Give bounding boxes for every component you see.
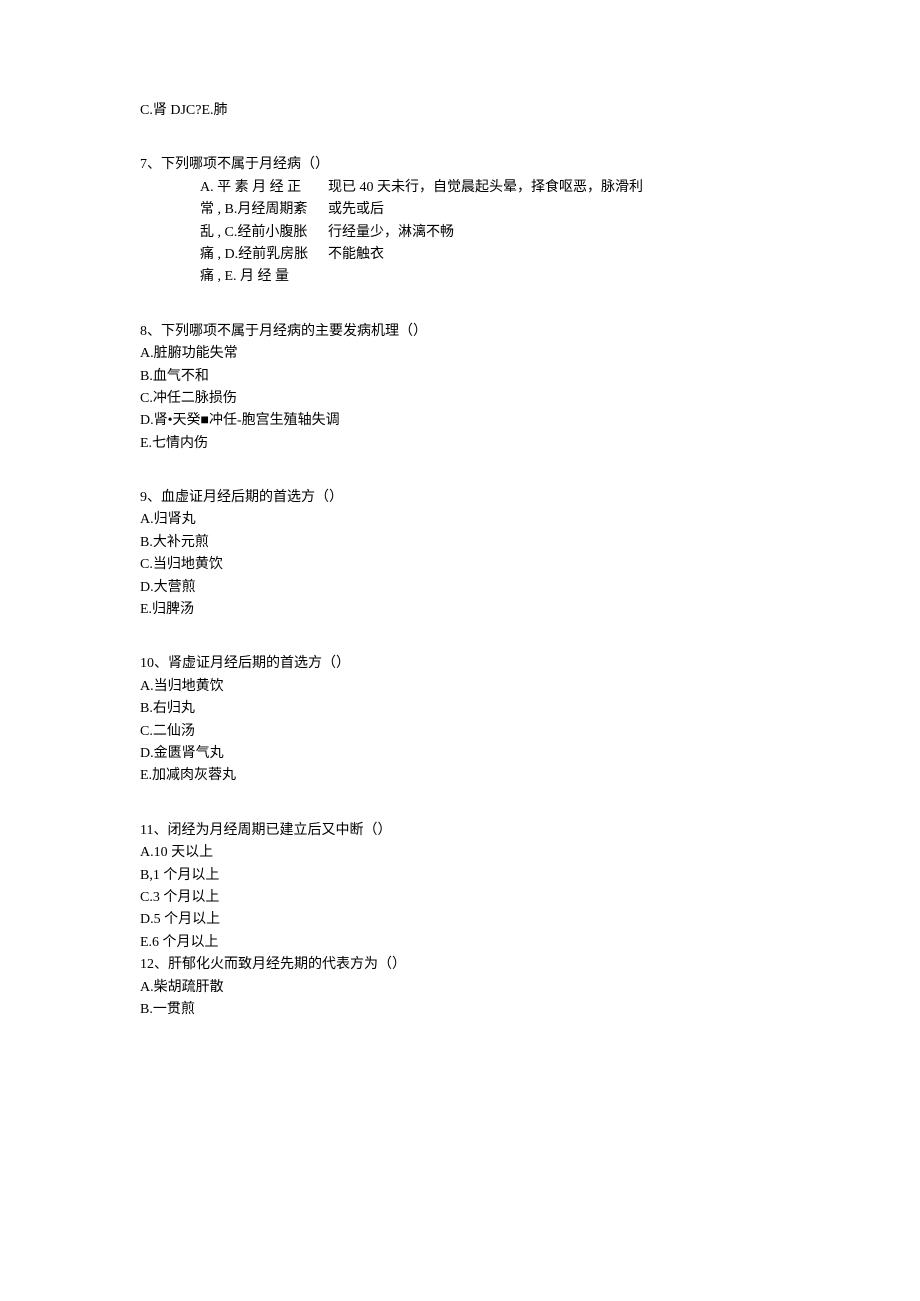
q7-left-a: A. 平 素 月 经 正: [200, 177, 328, 199]
q7-right-b: 或先或后: [328, 199, 780, 221]
option-a: A.脏腑功能失常: [140, 343, 780, 365]
question-10: 10、肾虚证月经后期的首选方（） A.当归地黄饮 B.右归丸 C.二仙汤 D.金…: [140, 653, 780, 787]
option-c: C.3 个月以上: [140, 887, 780, 909]
question-stem-12: 12、肝郁化火而致月经先期的代表方为（）: [140, 954, 780, 976]
question-11: 11、闭经为月经周期已建立后又中断（） A.10 天以上 B,1 个月以上 C.…: [140, 820, 780, 1022]
option-e: E.加减肉灰蓉丸: [140, 765, 780, 787]
q7-right-a: 现已 40 天未行，自觉晨起头晕，择食呕恶，脉滑利: [328, 177, 780, 199]
option-e: E.七情内伤: [140, 433, 780, 455]
option-a: A.当归地黄饮: [140, 676, 780, 698]
option-c: C.二仙汤: [140, 721, 780, 743]
option-e: E.6 个月以上: [140, 932, 780, 954]
question-stem: 7、下列哪项不属于月经病（）: [140, 154, 780, 176]
option-b: B.血气不和: [140, 366, 780, 388]
option-d: D.大营煎: [140, 577, 780, 599]
option-b: B.大补元煎: [140, 532, 780, 554]
option-b: B.右归丸: [140, 698, 780, 720]
q7-row-a: A. 平 素 月 经 正 现已 40 天未行，自觉晨起头晕，择食呕恶，脉滑利: [200, 177, 780, 199]
option-d: D.金匮肾气丸: [140, 743, 780, 765]
option-e: E.归脾汤: [140, 599, 780, 621]
option-c: C.冲任二脉损伤: [140, 388, 780, 410]
option-a: A.柴胡疏肝散: [140, 977, 780, 999]
option-b: B.一贯煎: [140, 999, 780, 1021]
q7-right-d: 不能触衣: [328, 244, 780, 266]
question-stem: 9、血虚证月经后期的首选方（）: [140, 487, 780, 509]
question-stem: 11、闭经为月经周期已建立后又中断（）: [140, 820, 780, 842]
q7-left-e: 痛 , E. 月 经 量: [200, 266, 328, 288]
q7-row-d: 痛 , D.经前乳房胀 不能触衣: [200, 244, 780, 266]
q7-right-c: 行经量少，淋漓不畅: [328, 222, 780, 244]
option-b: B,1 个月以上: [140, 865, 780, 887]
q7-row-c: 乱 , C.经前小腹胀 行经量少，淋漓不畅: [200, 222, 780, 244]
q7-left-c: 乱 , C.经前小腹胀: [200, 222, 328, 244]
question-9: 9、血虚证月经后期的首选方（） A.归肾丸 B.大补元煎 C.当归地黄饮 D.大…: [140, 487, 780, 621]
option-c: C.当归地黄饮: [140, 554, 780, 576]
option-a: A.归肾丸: [140, 509, 780, 531]
q7-row-b: 常 , B.月经周期紊 或先或后: [200, 199, 780, 221]
option-d: D.肾•天癸■冲任-胞宫生殖轴失调: [140, 410, 780, 432]
option-d: D.5 个月以上: [140, 909, 780, 931]
question-stem: 10、肾虚证月经后期的首选方（）: [140, 653, 780, 675]
orphan-option-line: C.肾 DJC?E.肺: [140, 100, 780, 122]
q7-right-e: [328, 266, 780, 288]
question-stem: 8、下列哪项不属于月经病的主要发病机理（）: [140, 321, 780, 343]
question-8: 8、下列哪项不属于月经病的主要发病机理（） A.脏腑功能失常 B.血气不和 C.…: [140, 321, 780, 455]
q7-left-d: 痛 , D.经前乳房胀: [200, 244, 328, 266]
option-a: A.10 天以上: [140, 842, 780, 864]
q7-row-e: 痛 , E. 月 经 量: [200, 266, 780, 288]
question-7: 7、下列哪项不属于月经病（） A. 平 素 月 经 正 现已 40 天未行，自觉…: [140, 154, 780, 288]
q7-left-b: 常 , B.月经周期紊: [200, 199, 328, 221]
